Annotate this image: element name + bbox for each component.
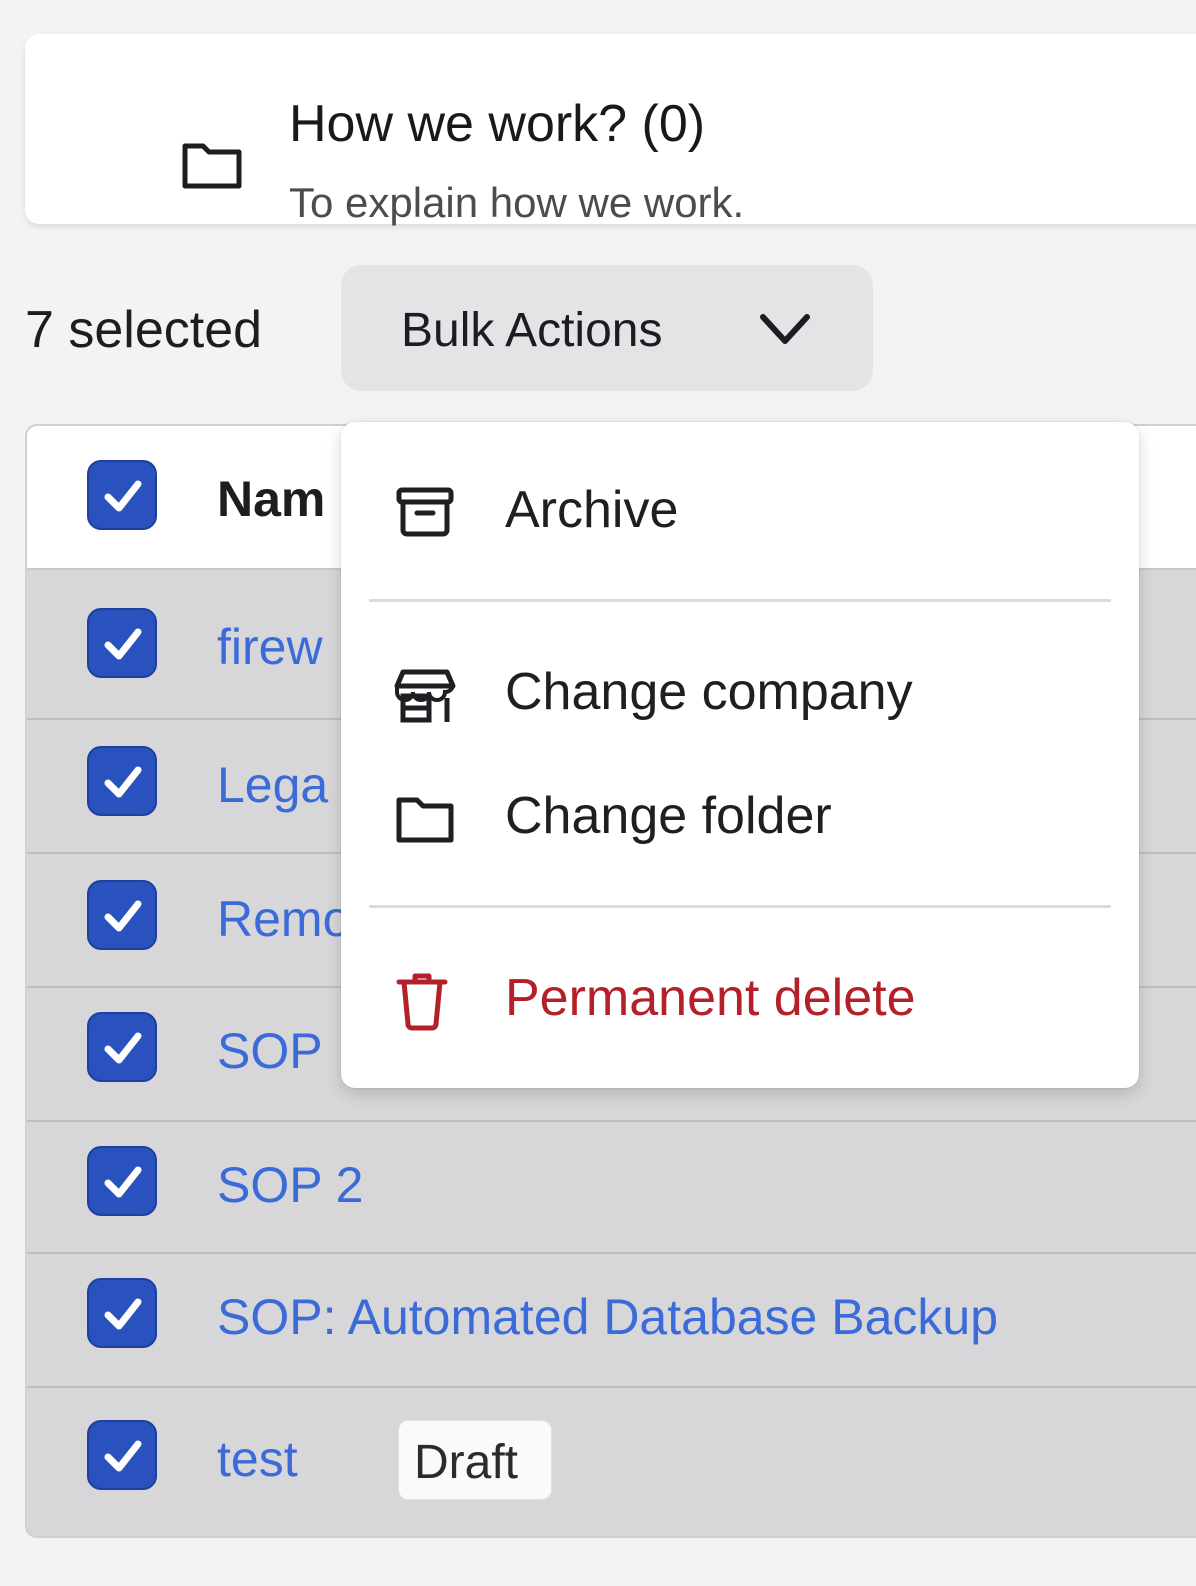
- bulk-actions-button[interactable]: Bulk Actions: [341, 265, 873, 391]
- store-icon: [394, 669, 456, 723]
- page: How we work? (0) To explain how we work.…: [0, 0, 1196, 1586]
- checkmark-icon: [104, 766, 142, 798]
- folder-icon: [396, 797, 454, 843]
- row-name-link[interactable]: Remo: [217, 890, 350, 948]
- bulk-actions-menu: Archive Change company Change folder Per…: [341, 422, 1139, 1088]
- menu-item-label: Change folder: [505, 787, 832, 845]
- folder-title: How we work? (0): [289, 95, 706, 153]
- bulk-actions-label: Bulk Actions: [401, 304, 663, 357]
- table-row[interactable]: SOP: Automated Database Backup: [27, 1254, 1196, 1388]
- row-name-link[interactable]: firew: [217, 618, 323, 676]
- row-checkbox[interactable]: [87, 880, 157, 950]
- row-name-link[interactable]: SOP: Automated Database Backup: [217, 1288, 998, 1346]
- menu-item-permanent-delete[interactable]: Permanent delete: [341, 940, 1139, 1060]
- checkmark-icon: [104, 480, 142, 512]
- folder-description: To explain how we work.: [289, 179, 745, 226]
- row-checkbox[interactable]: [87, 1420, 157, 1490]
- checkmark-icon: [104, 900, 142, 932]
- row-checkbox[interactable]: [87, 1278, 157, 1348]
- checkmark-icon: [104, 1298, 142, 1330]
- row-checkbox[interactable]: [87, 608, 157, 678]
- menu-divider: [369, 905, 1111, 908]
- checkmark-icon: [104, 1166, 142, 1198]
- row-name-link[interactable]: SOP: [217, 1022, 323, 1080]
- row-checkbox[interactable]: [87, 1012, 157, 1082]
- status-badge-label: Draft: [414, 1436, 519, 1489]
- folder-header-card: How we work? (0) To explain how we work.: [25, 34, 1196, 226]
- folder-icon: [182, 143, 242, 189]
- table-row[interactable]: test Draft: [27, 1388, 1196, 1536]
- row-checkbox[interactable]: [87, 746, 157, 816]
- checkmark-icon: [104, 1032, 142, 1064]
- menu-divider: [369, 599, 1111, 602]
- row-name-link[interactable]: test: [217, 1430, 298, 1488]
- menu-item-change-company[interactable]: Change company: [341, 634, 1139, 754]
- checkmark-icon: [104, 628, 142, 660]
- menu-item-label: Permanent delete: [505, 969, 916, 1027]
- chevron-down-icon: [760, 314, 810, 344]
- trash-icon: [396, 973, 448, 1031]
- menu-item-label: Change company: [505, 663, 913, 721]
- menu-item-change-folder[interactable]: Change folder: [341, 758, 1139, 878]
- status-badge: Draft: [398, 1420, 552, 1500]
- menu-item-label: Archive: [505, 481, 679, 539]
- row-name-link[interactable]: SOP 2: [217, 1156, 363, 1214]
- row-name-link[interactable]: Lega: [217, 756, 328, 814]
- column-header-name[interactable]: Nam: [217, 470, 325, 528]
- checkmark-icon: [104, 1440, 142, 1472]
- select-all-checkbox[interactable]: [87, 460, 157, 530]
- selected-count: 7 selected: [25, 301, 263, 359]
- table-row[interactable]: SOP 2: [27, 1122, 1196, 1254]
- menu-item-archive[interactable]: Archive: [341, 452, 1139, 572]
- row-checkbox[interactable]: [87, 1146, 157, 1216]
- archive-icon: [396, 487, 454, 537]
